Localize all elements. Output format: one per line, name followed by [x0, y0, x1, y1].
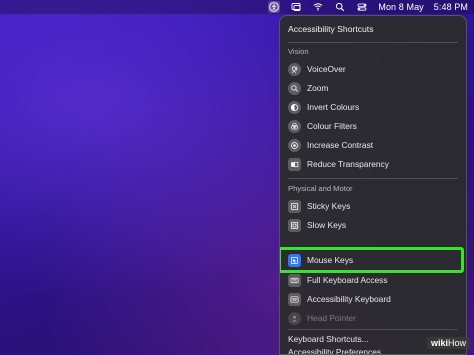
menu-item-full-keyboard-access[interactable]: Full Keyboard Access [284, 271, 460, 289]
keyboard-shortcuts-link[interactable]: Keyboard Shortcuts... [288, 334, 369, 344]
divider [288, 42, 458, 43]
menu-item-zoom[interactable]: Zoom [284, 79, 460, 97]
colour-filters-icon [288, 119, 301, 133]
invert-colours-icon [288, 100, 301, 114]
menu-item-invert-colours[interactable]: Invert Colours [284, 98, 460, 116]
sticky-keys-icon [288, 199, 301, 213]
accessibility-shortcuts-menu: Accessibility Shortcuts Vision VoiceOver… [279, 15, 467, 355]
menu-item-head-pointer: Head Pointer [284, 309, 460, 327]
accessibility-keyboard-icon [288, 292, 301, 306]
menu-item-voiceover[interactable]: VoiceOver [284, 60, 460, 78]
menu-item-colour-filters[interactable]: Colour Filters [284, 117, 460, 135]
keyboard-icon [288, 273, 301, 287]
contrast-icon [288, 138, 301, 152]
zoom-icon [288, 81, 301, 95]
menu-item-sticky-keys[interactable]: Sticky Keys [284, 197, 460, 215]
menu-item-slow-keys[interactable]: Slow Keys [284, 216, 460, 234]
menubar-date[interactable]: Mon 8 May [378, 2, 423, 12]
wikihow-watermark: wikiHow [426, 337, 470, 349]
section-header-physical-motor: Physical and Motor [288, 184, 353, 193]
mouse-keys-icon [288, 253, 301, 267]
accessibility-preferences-link[interactable]: Accessibility Preferences... [288, 347, 388, 354]
divider [288, 329, 458, 330]
screen-mirroring-icon[interactable] [290, 1, 302, 13]
search-icon[interactable] [334, 1, 346, 13]
control-center-icon[interactable] [356, 1, 368, 13]
voiceover-icon [288, 62, 301, 76]
head-pointer-icon [288, 311, 301, 325]
slow-keys-icon [288, 218, 301, 232]
menu-title: Accessibility Shortcuts [288, 24, 374, 34]
wifi-icon[interactable] [312, 1, 324, 13]
menu-item-mouse-keys[interactable]: Mouse Keys [280, 247, 464, 273]
transparency-icon [288, 157, 301, 171]
menu-item-increase-contrast[interactable]: Increase Contrast [284, 136, 460, 154]
menubar-time[interactable]: 5:48 PM [434, 2, 468, 12]
menu-item-reduce-transparency[interactable]: Reduce Transparency [284, 155, 460, 173]
menu-item-accessibility-keyboard[interactable]: Accessibility Keyboard [284, 290, 460, 308]
menu-bar: Mon 8 May 5:48 PM [0, 0, 474, 14]
divider [288, 178, 458, 179]
section-header-vision: Vision [288, 47, 309, 56]
accessibility-icon[interactable] [268, 1, 281, 13]
